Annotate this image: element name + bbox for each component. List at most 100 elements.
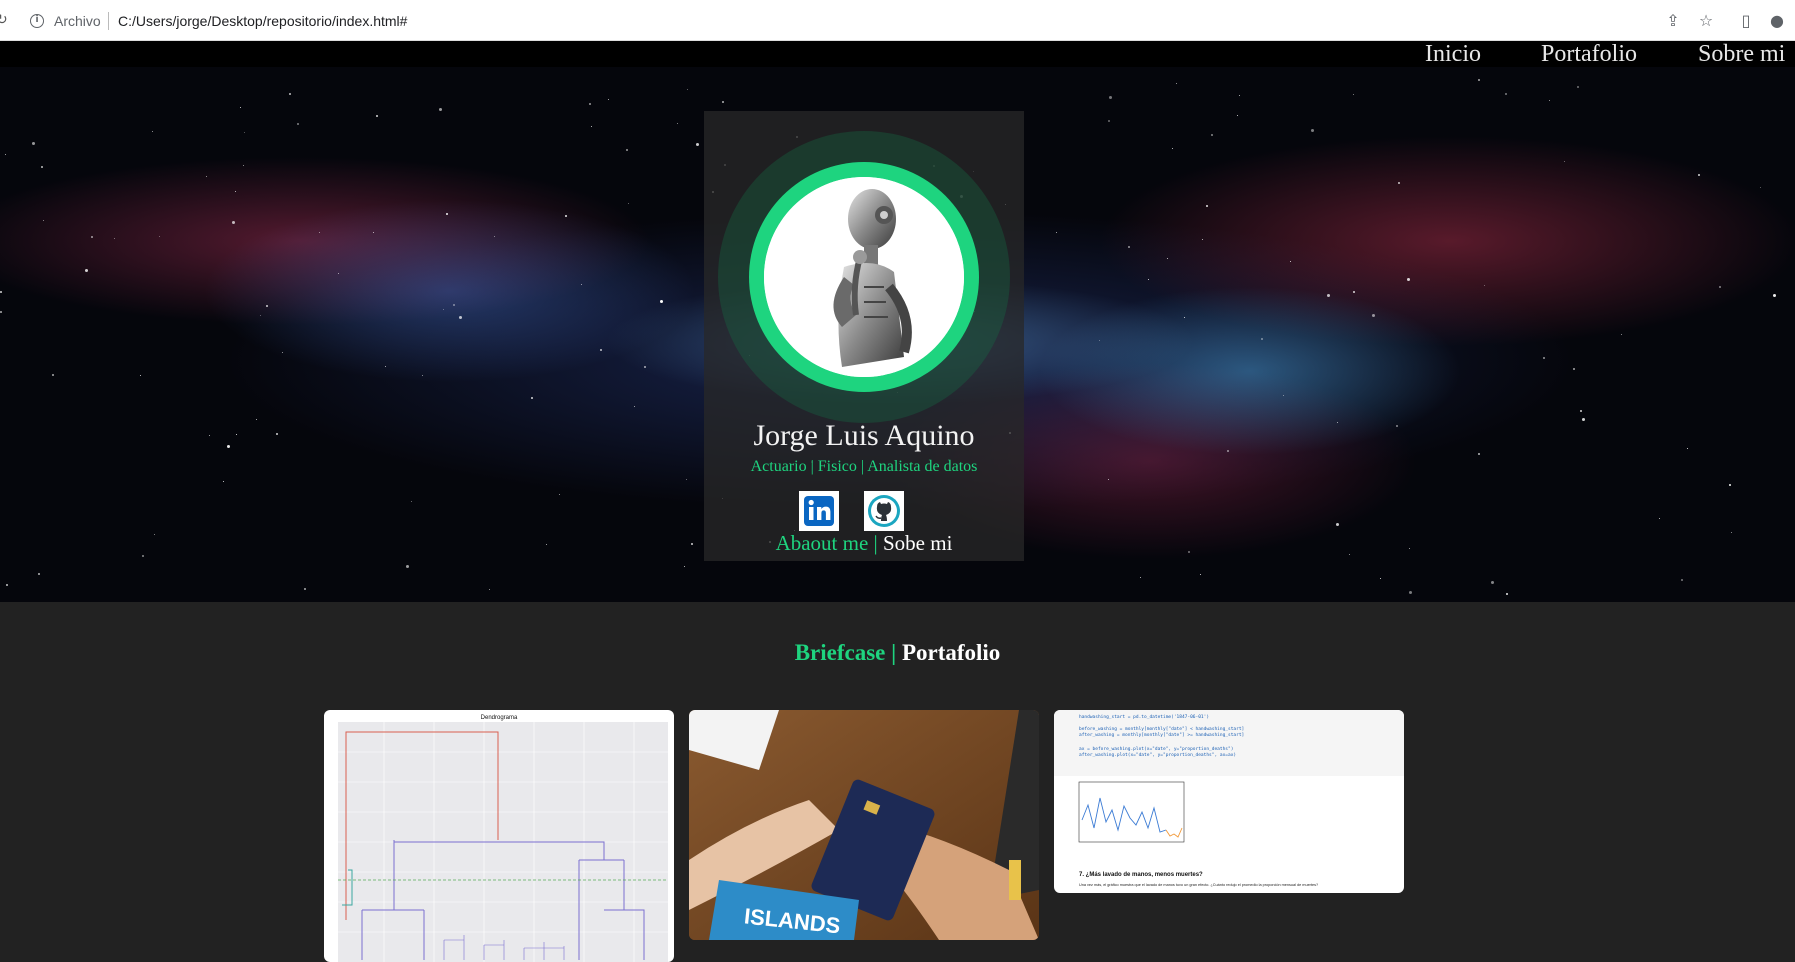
address-separator <box>108 12 109 30</box>
notebook-thumbnail: handwashing_start = pd.to_datetime('1847… <box>1054 710 1404 887</box>
star <box>1719 286 1721 288</box>
star <box>5 154 6 155</box>
star <box>0 291 2 293</box>
about-me-en[interactable]: Abaout me | <box>776 531 878 555</box>
star <box>628 203 629 204</box>
nav-link-sobre-mi[interactable]: Sobre mi <box>1698 41 1785 68</box>
star <box>1239 95 1240 96</box>
star <box>589 103 591 105</box>
portfolio-card-dendrogram[interactable]: Dendrograma <box>324 710 674 962</box>
star <box>1687 448 1688 449</box>
star <box>1056 232 1057 233</box>
star <box>240 107 241 108</box>
star <box>422 375 423 376</box>
star <box>1577 86 1579 88</box>
star <box>644 366 646 368</box>
star <box>1109 96 1112 99</box>
star <box>446 213 448 215</box>
star <box>1582 418 1585 421</box>
nav-link-inicio[interactable]: Inicio <box>1425 41 1481 68</box>
star <box>1731 532 1732 533</box>
star <box>266 305 268 307</box>
star <box>1327 294 1330 297</box>
star <box>1491 581 1494 584</box>
portfolio-card-notebook[interactable]: handwashing_start = pd.to_datetime('1847… <box>1054 710 1404 893</box>
star <box>677 123 678 124</box>
star <box>114 238 115 239</box>
linkedin-button[interactable] <box>799 491 839 531</box>
star <box>38 573 40 575</box>
star <box>1409 548 1410 549</box>
svg-text:ax = before_washing.plot(x="da: ax = before_washing.plot(x="date", y="pr… <box>1079 746 1233 752</box>
star <box>1773 294 1776 297</box>
portfolio-heading-en: Briefcase | <box>794 640 897 665</box>
svg-text:before_washing = monthly[month: before_washing = monthly[monthly["date"]… <box>1079 726 1244 732</box>
star <box>223 481 224 482</box>
share-icon[interactable]: ⇪ <box>1662 10 1684 32</box>
star <box>453 304 455 306</box>
star <box>232 221 235 224</box>
star <box>154 534 155 535</box>
star <box>1140 577 1141 578</box>
star <box>1484 285 1485 286</box>
star <box>1380 578 1381 579</box>
star <box>406 565 409 568</box>
star <box>1573 368 1575 370</box>
star <box>1398 182 1400 184</box>
star <box>243 165 244 166</box>
star <box>385 366 386 367</box>
star <box>304 588 306 590</box>
star <box>660 300 663 303</box>
svg-text:after_washing.plot(x="date", y: after_washing.plot(x="date", y="proporti… <box>1079 752 1236 758</box>
linkedin-icon <box>804 496 834 526</box>
star <box>209 435 210 436</box>
address-bar[interactable]: C:/Users/jorge/Desktop/repositorio/index… <box>118 13 407 29</box>
star <box>443 309 444 310</box>
profile-card: Jorge Luis Aquino Actuario | Fisico | An… <box>704 111 1024 561</box>
star <box>85 269 88 272</box>
star <box>235 191 236 192</box>
portfolio-card-credit-card[interactable]: ISLANDS <box>689 710 1039 940</box>
github-button[interactable] <box>864 491 904 531</box>
star <box>276 433 278 435</box>
star <box>1237 115 1238 116</box>
thumbnail-chart-title: Dendrograma <box>481 715 518 721</box>
star <box>142 555 144 557</box>
top-navigation: Inicio Portafolio Sobre mi <box>0 41 1795 67</box>
site-info-label[interactable]: Archivo <box>54 13 101 29</box>
star <box>1283 395 1284 396</box>
about-me-link[interactable]: Abaout me | Sobe mi <box>704 531 1024 556</box>
star <box>244 132 245 133</box>
star <box>1372 314 1375 317</box>
star <box>600 349 602 351</box>
star <box>338 273 339 274</box>
star <box>1353 291 1355 293</box>
profile-roles: Actuario | Fisico | Analista de datos <box>750 458 978 475</box>
star <box>1290 261 1291 262</box>
star <box>1698 174 1700 176</box>
star <box>1206 205 1208 207</box>
about-me-es[interactable]: Sobe mi <box>883 531 952 555</box>
bookmark-star-icon[interactable]: ☆ <box>1695 10 1717 32</box>
star <box>52 374 54 376</box>
star <box>1167 258 1168 259</box>
star <box>1564 161 1565 162</box>
reload-icon[interactable]: ↻ <box>0 12 8 28</box>
star <box>626 149 628 151</box>
star <box>1202 239 1203 240</box>
star <box>546 544 547 545</box>
profile-avatar-icon[interactable]: ● <box>1766 10 1788 32</box>
star <box>227 445 230 448</box>
star <box>140 375 141 376</box>
star <box>256 419 257 420</box>
portfolio-heading-es: Portafolio <box>901 640 1001 665</box>
avatar <box>764 177 964 377</box>
star <box>1188 551 1190 553</box>
info-icon[interactable]: i <box>30 14 44 28</box>
portfolio-heading: Briefcase | Portafolio <box>0 640 1795 666</box>
side-panel-icon[interactable]: ▯ <box>1735 10 1757 32</box>
star <box>1659 518 1660 519</box>
nav-link-portafolio[interactable]: Portafolio <box>1541 41 1637 68</box>
star <box>0 311 2 313</box>
star <box>1176 83 1177 84</box>
